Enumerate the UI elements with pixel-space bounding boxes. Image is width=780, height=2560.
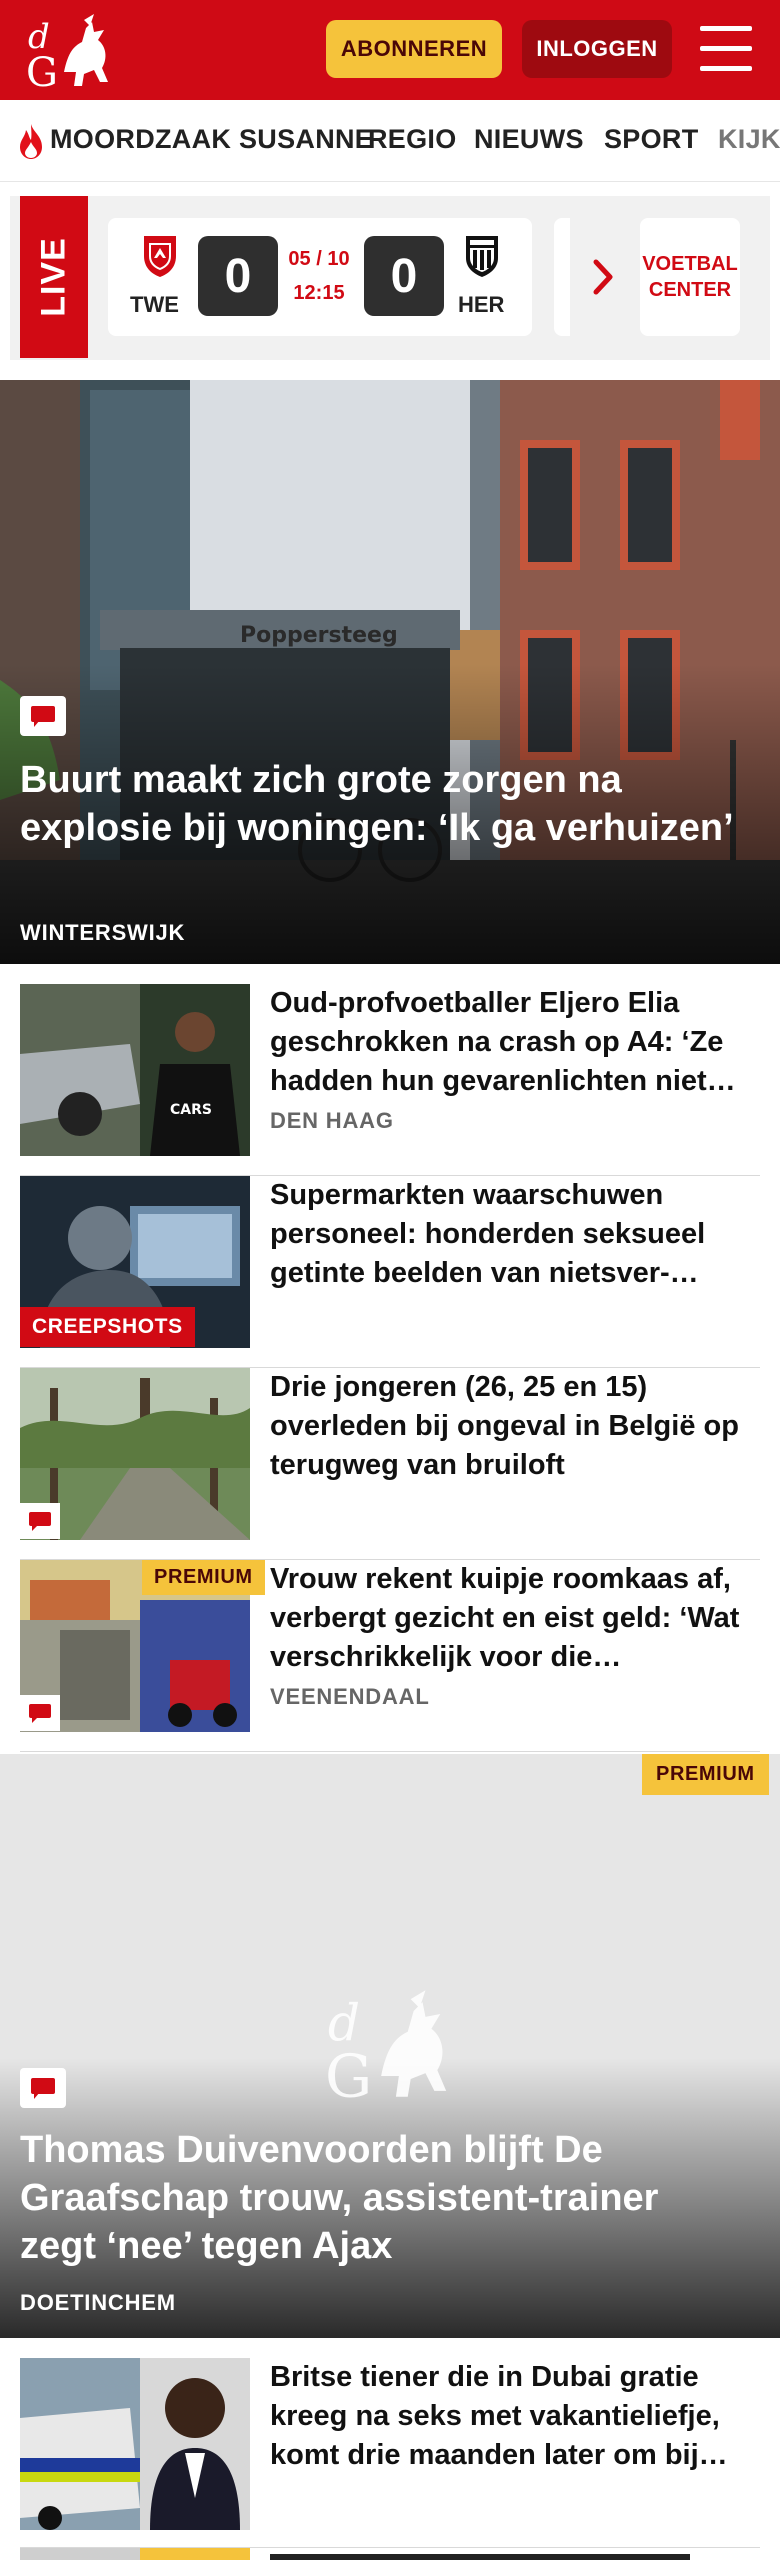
hero-article-2[interactable]: PREMIUM d G Thomas Duivenvoorden blijft … bbox=[0, 1754, 780, 2338]
hero2-location: DOETINCHEM bbox=[20, 2290, 176, 2315]
article-title[interactable]: Oud-profvoetballer Eljero Elia geschrokk… bbox=[270, 984, 760, 1101]
article-thumbnail bbox=[20, 2358, 250, 2530]
live-label: LIVE bbox=[20, 196, 88, 358]
voetbal-center-link[interactable]: VOETBAL CENTER bbox=[640, 218, 740, 336]
away-score: 0 bbox=[364, 236, 444, 316]
dg-logo-placeholder: d G bbox=[325, 1990, 447, 2104]
comment-icon bbox=[20, 1695, 60, 1731]
article-thumbnail: CARS bbox=[20, 984, 250, 1156]
next-article-title-peek bbox=[270, 2548, 740, 2560]
next-match-card[interactable] bbox=[554, 218, 570, 336]
flame-icon bbox=[20, 124, 42, 159]
list-item[interactable]: CREEPSHOTS Supermarkten waarschuwen pers… bbox=[20, 1176, 760, 1368]
article-location: DEN HAAG bbox=[270, 1108, 394, 1133]
fc-twente-crest-icon bbox=[144, 236, 176, 277]
next-article-premium-peek bbox=[140, 2548, 250, 2560]
comment-icon bbox=[20, 2068, 66, 2108]
nav-item-regio[interactable]: REGIO bbox=[368, 124, 457, 155]
comment-icon bbox=[20, 1503, 60, 1539]
list-item[interactable]: Drie jongeren (26, 25 en 15) overleden b… bbox=[20, 1368, 760, 1560]
list-item[interactable]: CARS Oud-profvoetballer Eljero Elia gesc… bbox=[20, 984, 760, 1176]
home-score: 0 bbox=[198, 236, 278, 316]
nav-item-sport[interactable]: SPORT bbox=[604, 124, 699, 155]
login-button[interactable]: INLOGGEN bbox=[522, 20, 672, 78]
list-item[interactable]: PREMIUM Vrouw rekent kuipje roomkaas af,… bbox=[20, 1560, 760, 1752]
dg-logo[interactable]: d G bbox=[24, 12, 116, 90]
hero2-title[interactable]: Thomas Duivenvoorden blijft De Graafscha… bbox=[20, 2126, 740, 2270]
article-title[interactable]: Vrouw rekent kuipje roomkaas af, verberg… bbox=[270, 1560, 760, 1677]
match-time: 12:15 bbox=[293, 282, 345, 304]
article-title[interactable]: Supermarkten waarschuwen personeel: hond… bbox=[270, 1176, 760, 1293]
hero-article[interactable]: Poppersteeg Buurt maakt zich grote zorge… bbox=[0, 380, 780, 964]
nav-item-kijk[interactable]: KIJK bbox=[718, 124, 780, 155]
section-nav: MOORDZAAK SUSANNE REGIO NIEUWS SPORT KIJ… bbox=[0, 100, 780, 182]
match-date: 05 / 10 bbox=[288, 248, 350, 270]
svg-text:CARS: CARS bbox=[170, 1102, 212, 1118]
chevron-right-icon[interactable] bbox=[584, 252, 624, 302]
article-title[interactable]: Drie jongeren (26, 25 en 15) overleden b… bbox=[270, 1368, 760, 1485]
svg-text:G: G bbox=[325, 2042, 372, 2104]
svg-text:Poppersteeg: Poppersteeg bbox=[240, 623, 398, 648]
premium-badge: PREMIUM bbox=[642, 1754, 769, 1795]
subscribe-button[interactable]: ABONNEREN bbox=[326, 20, 502, 78]
nav-item-nieuws[interactable]: NIEUWS bbox=[474, 124, 584, 155]
comment-icon bbox=[20, 696, 66, 736]
svg-text:G: G bbox=[26, 50, 58, 90]
article-title[interactable]: Britse tiener die in Dubai gratie kreeg … bbox=[270, 2358, 760, 2475]
site-header: d G ABONNEREN INLOGGEN bbox=[0, 0, 780, 100]
premium-badge: PREMIUM bbox=[142, 1560, 265, 1595]
heracles-crest-icon bbox=[466, 236, 498, 277]
match-card[interactable]: TWE 0 05 / 10 12:15 0 HER bbox=[108, 218, 532, 336]
article-tag: CREEPSHOTS bbox=[20, 1307, 195, 1347]
home-team-abbr: TWE bbox=[130, 292, 179, 317]
hero-title[interactable]: Buurt maakt zich grote zorgen na explosi… bbox=[20, 756, 740, 852]
list-item[interactable]: Britse tiener die in Dubai gratie kreeg … bbox=[20, 2358, 760, 2548]
hero-location: WINTERSWIJK bbox=[20, 920, 186, 945]
article-location: VEENENDAAL bbox=[270, 1684, 430, 1709]
away-team-abbr: HER bbox=[458, 292, 505, 317]
live-scores-bar: LIVE TWE 0 05 / 10 12:15 0 HER VOETBAL C… bbox=[10, 196, 770, 360]
menu-icon[interactable] bbox=[700, 26, 752, 72]
nav-item-moordzaak-susanne[interactable]: MOORDZAAK SUSANNE bbox=[50, 124, 373, 155]
